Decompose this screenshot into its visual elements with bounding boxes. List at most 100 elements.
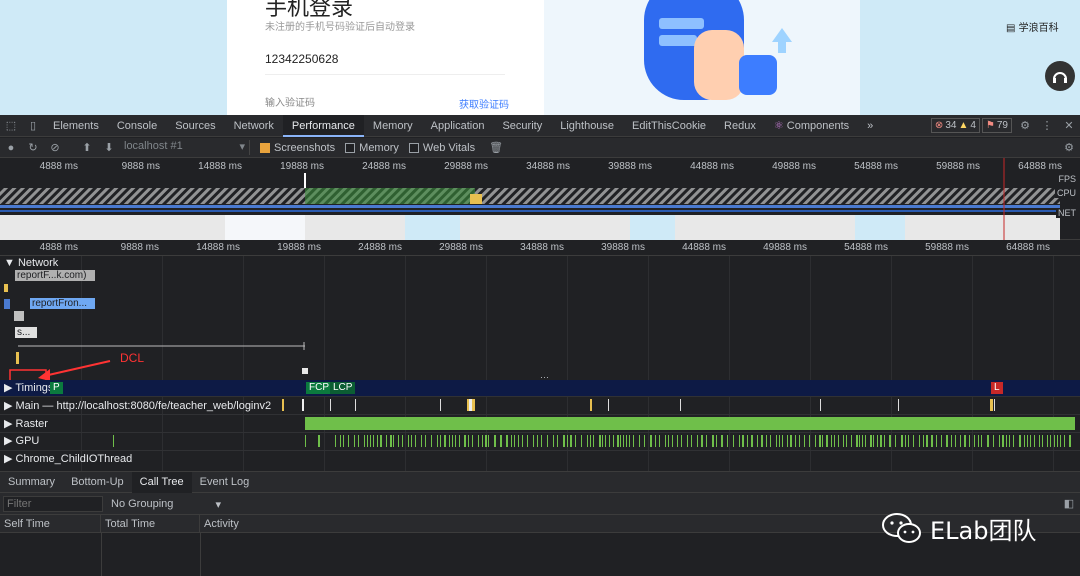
more-tabs-button[interactable]: » <box>858 115 882 137</box>
cpu-label: CPU <box>1054 188 1078 198</box>
reload-record-icon[interactable]: ↻ <box>22 141 44 154</box>
tab-performance[interactable]: Performance <box>282 114 364 137</box>
gpu-task-tick <box>665 435 666 447</box>
gpu-task-tick <box>500 435 502 447</box>
load-marker[interactable]: L <box>991 382 1003 394</box>
download-profile-icon[interactable]: ⬇ <box>98 141 120 154</box>
error-badge[interactable]: ⊗ 34 ▲ 4 <box>930 118 980 133</box>
tab-security[interactable]: Security <box>493 115 551 137</box>
filter-input[interactable] <box>3 495 103 512</box>
clear-icon[interactable]: ⊘ <box>44 141 66 154</box>
timings-track[interactable]: ▶ Timings P FCP LCP L <box>0 380 1080 396</box>
kebab-menu-icon[interactable]: ⋮ <box>1036 115 1058 137</box>
dcl-annotation: DCL <box>120 351 145 365</box>
screenshots-checkbox[interactable]: Screenshots <box>260 142 335 154</box>
main-thread-tasks <box>282 399 995 411</box>
fp-marker[interactable]: P <box>50 382 63 394</box>
gpu-task-tick <box>757 435 758 447</box>
web-vitals-checkbox[interactable]: Web Vitals <box>408 142 475 154</box>
sidebar-toggle-icon[interactable]: ◧ <box>1058 497 1080 510</box>
tab-console[interactable]: Console <box>108 115 166 137</box>
gpu-task-tick <box>364 435 365 447</box>
code-input[interactable]: 输入验证码 <box>265 94 315 109</box>
gpu-task-tick <box>787 435 788 447</box>
gpu-task-tick <box>527 435 528 447</box>
flame-chart[interactable]: ▼ Network reportF...k.com) reportFron...… <box>0 256 1080 471</box>
row-divider <box>0 414 1080 415</box>
net-label: NET <box>1056 208 1078 218</box>
record-button[interactable]: ● <box>0 142 22 154</box>
gpu-task-tick <box>838 435 839 447</box>
trash-icon[interactable]: 🗑 <box>485 141 507 154</box>
gpu-task-tick <box>1009 435 1010 447</box>
column-divider <box>200 533 201 576</box>
tab-components[interactable]: ⚛ Components <box>765 115 858 137</box>
gpu-task-tick <box>923 435 924 447</box>
gpu-task-tick <box>880 435 882 447</box>
gpu-task-tick <box>609 435 610 447</box>
gpu-task-tick <box>472 435 473 447</box>
tab-network[interactable]: Network <box>225 115 283 137</box>
tab-call-tree[interactable]: Call Tree <box>131 471 192 493</box>
gpu-task-tick <box>444 435 446 447</box>
dropdown-arrow-icon: ▾ <box>239 141 245 153</box>
gpu-task-tick <box>851 435 852 447</box>
fcp-marker[interactable]: FCP <box>306 382 332 394</box>
timings-track-label: Timings <box>15 382 54 394</box>
issues-count: 79 <box>996 120 1008 131</box>
gpu-task-tick <box>742 435 744 447</box>
ov-tick: 49888 ms <box>772 161 816 172</box>
gpu-task-tick <box>626 435 627 447</box>
gpu-task-tick <box>697 435 698 447</box>
gpu-task-tick <box>1024 435 1025 447</box>
gpu-task-tick <box>974 435 975 447</box>
tab-bottom-up[interactable]: Bottom-Up <box>63 472 132 493</box>
tab-elements[interactable]: Elements <box>44 115 108 137</box>
close-icon[interactable]: ✕ <box>1058 115 1080 137</box>
gpu-task-tick <box>706 435 707 447</box>
gpu-task-tick <box>557 435 558 447</box>
tab-sources[interactable]: Sources <box>166 115 224 137</box>
inspect-icon[interactable]: ⬚ <box>0 115 22 137</box>
gpu-task-tick <box>819 435 821 447</box>
lcp-marker[interactable]: LCP <box>330 382 356 394</box>
column-total-time[interactable]: Total Time <box>101 515 200 533</box>
gpu-task-tick <box>926 435 928 447</box>
gpu-task-tick <box>358 435 359 447</box>
timeline-overview[interactable]: FPS CPU NET 4888 ms 9888 ms 14888 ms 198… <box>0 158 1080 240</box>
capture-settings-gear-icon[interactable]: ⚙ <box>1058 141 1080 154</box>
gpu-task-tick <box>567 435 568 447</box>
gpu-task-tick <box>776 435 777 447</box>
get-code-link[interactable]: 获取验证码 <box>459 96 509 111</box>
upload-profile-icon[interactable]: ⬆ <box>76 141 98 154</box>
phone-input[interactable]: 12342250628 <box>265 52 338 66</box>
device-toolbar-icon[interactable]: ▯ <box>22 115 44 137</box>
gpu-task-tick <box>941 435 942 447</box>
childio-track-header[interactable]: ▶ Chrome_ChildIOThread <box>4 452 132 465</box>
gpu-task-tick <box>425 435 426 447</box>
raster-track-header[interactable]: ▶ Raster <box>4 417 48 430</box>
customer-service-button[interactable] <box>1045 61 1075 91</box>
memory-checkbox[interactable]: Memory <box>345 142 399 154</box>
tab-summary[interactable]: Summary <box>0 472 63 493</box>
gpu-task-tick <box>593 435 594 447</box>
watermark: ELab团队 <box>880 510 1036 546</box>
gpu-task-tick <box>913 435 914 447</box>
tab-application[interactable]: Application <box>422 115 494 137</box>
encyclopedia-link[interactable]: ▤ 学浪百科 <box>1006 19 1059 34</box>
tab-memory[interactable]: Memory <box>364 115 422 137</box>
tab-redux[interactable]: Redux <box>715 115 765 137</box>
column-self-time[interactable]: Self Time <box>0 515 101 533</box>
issues-badge[interactable]: ⚑ 79 <box>981 118 1012 133</box>
grouping-select[interactable]: No Grouping ▾ <box>111 498 221 511</box>
settings-gear-icon[interactable]: ⚙ <box>1014 115 1036 137</box>
gpu-task-tick <box>650 435 652 447</box>
tab-event-log[interactable]: Event Log <box>192 472 258 493</box>
gpu-task-tick <box>633 435 634 447</box>
tab-editthiscookie[interactable]: EditThisCookie <box>623 115 715 137</box>
tab-lighthouse[interactable]: Lighthouse <box>551 115 623 137</box>
profile-target-select[interactable]: localhost #1 ▾ <box>120 140 250 155</box>
timings-track-header[interactable]: ▶ Timings <box>4 381 53 394</box>
gpu-task-tick <box>931 435 933 447</box>
gpu-task-tick <box>964 435 966 447</box>
